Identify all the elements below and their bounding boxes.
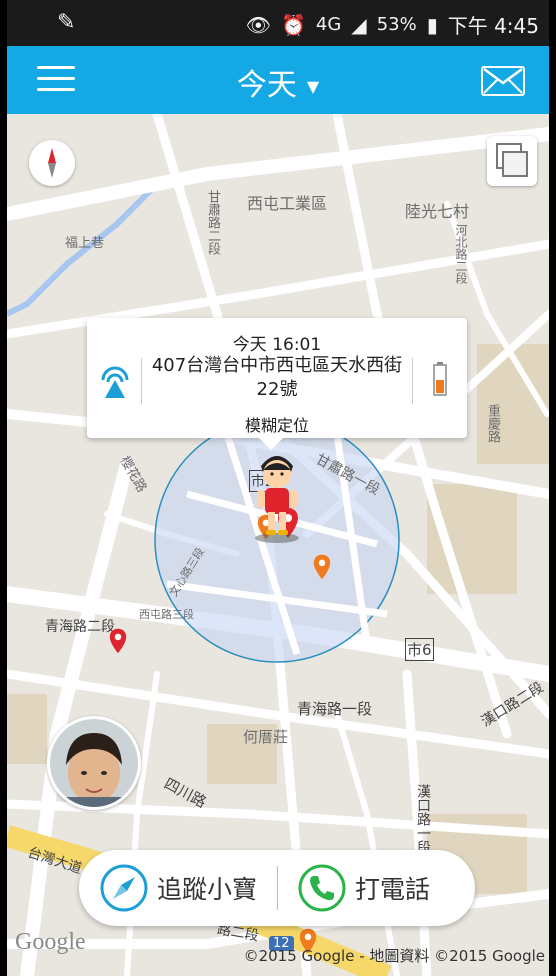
map-label: 西屯路三段 (139, 608, 194, 621)
child-marker-icon[interactable] (247, 448, 307, 544)
popup-divider (412, 358, 413, 404)
clock: 下午 4:45 (447, 14, 539, 38)
map-attribution: ©2015 Google - 地圖資料 ©2015 Google (243, 947, 545, 965)
popup-time: 今天 16:01 (232, 335, 322, 355)
page-title: 今天 (236, 68, 297, 103)
app-bar: 今天 ▼ (7, 46, 549, 114)
google-logo: Google (15, 929, 86, 955)
child-photo (50, 719, 138, 807)
orange-pin-icon[interactable] (313, 554, 331, 580)
device-battery-icon (433, 362, 447, 396)
signal-icon: ◢ (351, 12, 367, 37)
battery-icon: ▮ (426, 12, 438, 37)
red-pin-icon[interactable] (109, 628, 127, 654)
location-signal-icon (101, 366, 129, 398)
avatar[interactable] (47, 716, 141, 810)
map-label: 河北路二段 (454, 224, 468, 284)
popup-address: 407台灣台中市西屯區天水西街22號 (151, 355, 403, 400)
map-label: 西屯工業區 (247, 194, 328, 213)
map-label: 重慶路 (485, 404, 500, 443)
popup-location-mode: 模糊定位 (244, 416, 309, 435)
location-popup[interactable]: 今天 16:01 407台灣台中市西屯區天水西街22號 模糊定位 (87, 318, 467, 450)
status-icons: 👁 ⏰ 4G ◢ 53% ▮ 下午 4:45 (246, 10, 539, 39)
map-label: 何厝莊 (243, 728, 289, 746)
map-label: 甘肅路二段 (205, 190, 220, 255)
call-button-label: 打電話 (355, 875, 431, 904)
pencil-icon: ✎ (57, 10, 76, 35)
map-label: 市6 (405, 638, 434, 661)
mail-icon[interactable] (481, 66, 525, 96)
track-button[interactable]: 追蹤小寶 (99, 850, 257, 926)
track-button-label: 追蹤小寶 (157, 875, 258, 904)
popup-divider (141, 358, 142, 404)
map-label: 青海路一段 (297, 700, 373, 718)
phone-icon (298, 864, 346, 912)
map-label: 福上巷 (65, 236, 105, 251)
map-label: 漢口路一段 (415, 784, 431, 854)
compass-icon[interactable] (29, 140, 75, 186)
layers-icon[interactable] (487, 136, 537, 186)
map-view[interactable]: 西屯工業區 陸光七村 福上巷 甘肅路二段 河北路二段 重慶路 櫻花路 甘肅路一段… (7, 114, 549, 976)
network-type: 4G (315, 14, 342, 35)
call-button[interactable]: 打電話 (297, 850, 430, 926)
map-label: 陸光七村 (405, 202, 470, 221)
status-bar: ✎ 👁 ⏰ 4G ◢ 53% ▮ 下午 4:45 (7, 0, 549, 46)
battery-percent: 53% (376, 14, 417, 35)
caret-down-icon: ▼ (306, 77, 320, 96)
action-bar: 追蹤小寶 打電話 (79, 850, 475, 926)
action-divider (277, 866, 278, 910)
date-selector[interactable]: 今天 ▼ (7, 60, 549, 104)
alarm-icon: ⏰ (280, 12, 306, 37)
phone-screen: ✎ 👁 ⏰ 4G ◢ 53% ▮ 下午 4:45 今天 ▼ 西屯工業區 陸光七村… (7, 0, 549, 976)
eye-icon: 👁 (245, 12, 271, 37)
map-label: 青海路二段 (45, 619, 115, 635)
compass-needle-icon (100, 864, 148, 912)
